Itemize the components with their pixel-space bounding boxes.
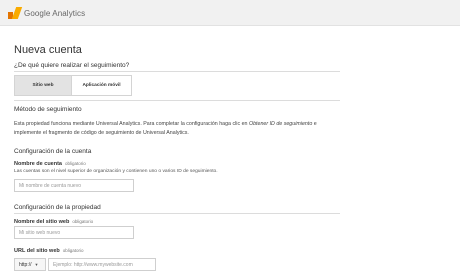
website-url-label: URL del sitio web obligatorio [14,248,84,254]
google-analytics-logo[interactable]: Google Analytics [8,7,85,19]
divider [14,213,340,214]
tab-website[interactable]: Sitio web [14,75,72,96]
tab-mobile-app[interactable]: Aplicación móvil [72,75,132,96]
property-settings-heading: Configuración de la propiedad [14,204,101,211]
website-name-label: Nombre del sitio web obligatorio [14,219,94,225]
required-tag: obligatorio [62,248,84,253]
chevron-down-icon: ▼ [34,262,39,267]
account-name-label: Nombre de cuenta obligatorio [14,161,86,167]
required-tag: obligatorio [72,219,94,224]
tracking-method-description: Esta propiedad funciona mediante Univers… [14,121,317,136]
account-name-input[interactable]: Mi nombre de cuenta nuevo [14,179,134,192]
analytics-logo-icon [8,7,23,19]
website-url-input[interactable]: Ejemplo: http://www.mywebsite.com [48,258,156,271]
divider [14,71,340,72]
logo-text: Google Analytics [24,8,86,18]
required-tag: obligatorio [64,161,86,166]
protocol-select[interactable]: http://▼ [14,258,46,271]
account-settings-heading: Configuración de la cuenta [14,148,92,155]
divider [14,100,340,101]
website-name-input[interactable]: Mi sitio web nuevo [14,226,134,239]
account-help-text: Las cuentas son el nivel superior de org… [14,169,218,174]
page-title: Nueva cuenta [14,44,82,56]
tracking-question: ¿De qué quiere realizar el seguimiento? [14,62,130,69]
tracking-type-tabs: Sitio web Aplicación móvil [14,75,132,96]
top-bar: Google Analytics [0,0,460,26]
tracking-method-heading: Método de seguimiento [14,106,82,113]
